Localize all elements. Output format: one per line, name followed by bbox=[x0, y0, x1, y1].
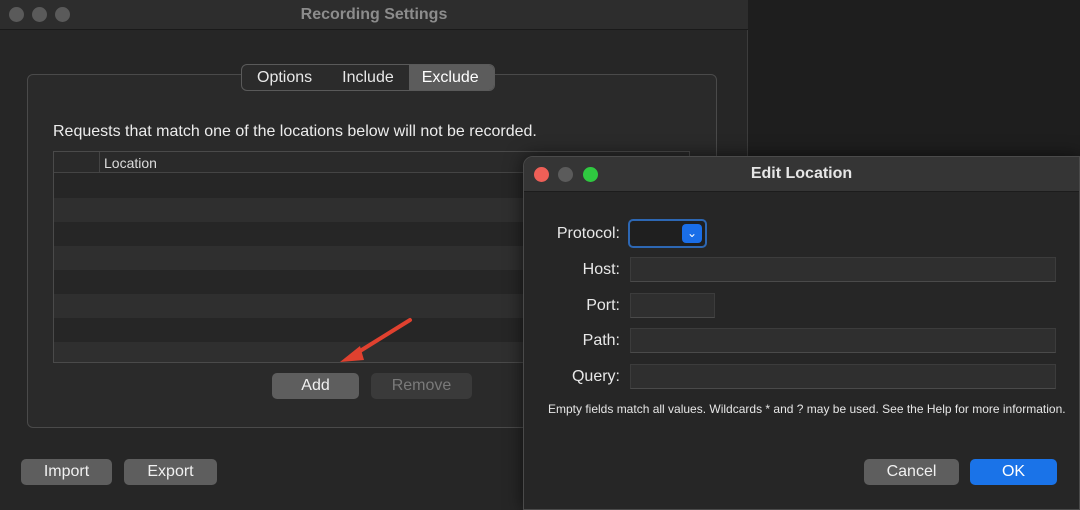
help-text: Empty fields match all values. Wildcards… bbox=[548, 402, 1066, 416]
tab-options[interactable]: Options bbox=[242, 65, 327, 90]
table-column-location[interactable]: Location bbox=[104, 155, 157, 171]
add-button[interactable]: Add bbox=[272, 373, 359, 399]
tab-include[interactable]: Include bbox=[327, 65, 409, 90]
port-input[interactable] bbox=[630, 293, 715, 318]
chevron-down-icon: ⌄ bbox=[682, 224, 702, 243]
import-button[interactable]: Import bbox=[21, 459, 112, 485]
path-input[interactable] bbox=[630, 328, 1056, 353]
dialog-titlebar[interactable]: Edit Location bbox=[524, 157, 1079, 192]
query-input[interactable] bbox=[630, 364, 1056, 389]
annotation-arrow-icon bbox=[340, 318, 412, 362]
table-column-enabled[interactable] bbox=[54, 152, 100, 173]
port-label: Port: bbox=[586, 297, 620, 314]
cancel-button[interactable]: Cancel bbox=[864, 459, 959, 485]
path-label: Path: bbox=[582, 332, 620, 349]
tab-exclude[interactable]: Exclude bbox=[408, 65, 494, 90]
ok-button[interactable]: OK bbox=[970, 459, 1057, 485]
protocol-label: Protocol: bbox=[556, 225, 620, 242]
remove-button[interactable]: Remove bbox=[371, 373, 472, 399]
window-titlebar[interactable]: Recording Settings bbox=[0, 0, 748, 30]
exclude-description: Requests that match one of the locations… bbox=[53, 123, 537, 140]
dialog-title: Edit Location bbox=[750, 165, 853, 182]
edit-location-dialog: Edit Location Protocol: ⌄ Host: Port: Pa… bbox=[523, 156, 1080, 510]
export-button[interactable]: Export bbox=[124, 459, 217, 485]
host-input[interactable] bbox=[630, 257, 1056, 282]
tab-bar: Options Include Exclude bbox=[241, 64, 495, 91]
protocol-select[interactable]: ⌄ bbox=[628, 219, 707, 248]
host-label: Host: bbox=[582, 261, 620, 278]
window-title: Recording Settings bbox=[300, 6, 448, 23]
query-label: Query: bbox=[571, 368, 620, 385]
